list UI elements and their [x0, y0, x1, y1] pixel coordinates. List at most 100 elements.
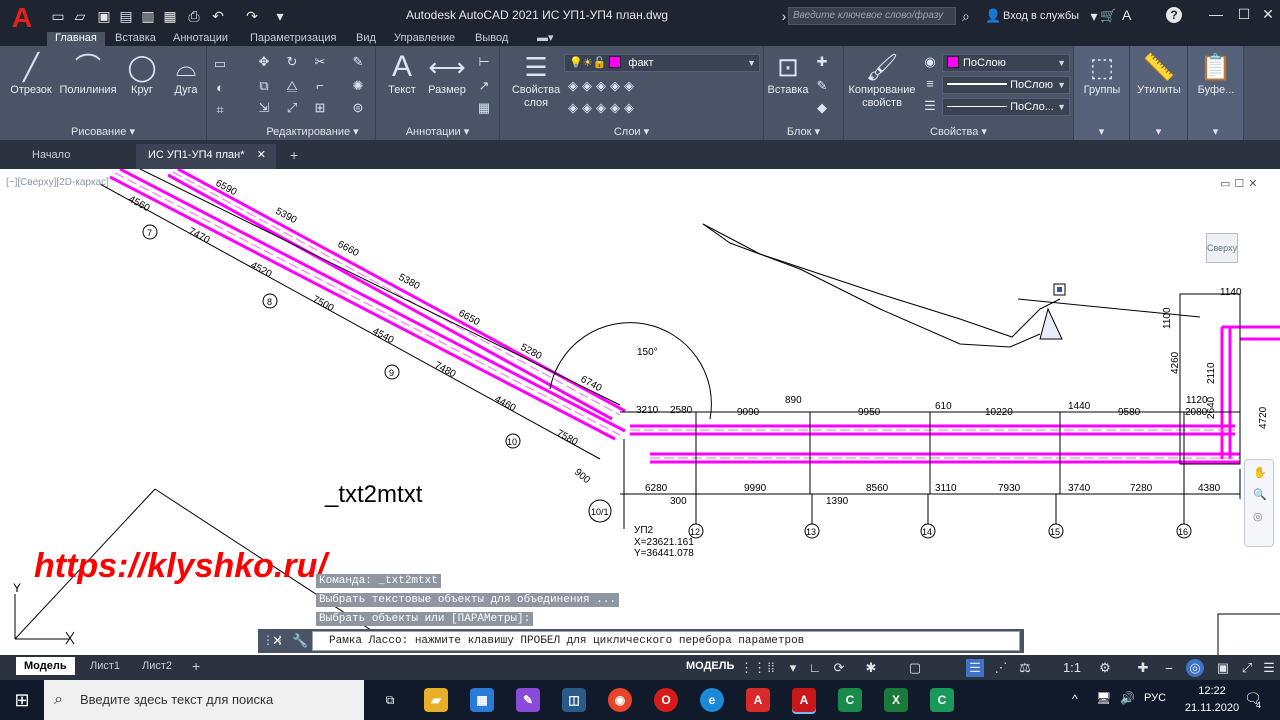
edge-icon[interactable]: e [700, 688, 724, 712]
network-icon[interactable]: 🖥 [1096, 691, 1111, 705]
model-space-button[interactable]: МОДЕЛЬ [686, 660, 734, 672]
explode-icon[interactable]: ✺ [350, 78, 366, 94]
edit-block-icon[interactable]: ✎ [814, 78, 830, 94]
fullscreen-icon[interactable]: ⤢ [1238, 659, 1256, 677]
windows-start-icon[interactable]: ⊞ [0, 680, 44, 720]
clock-time[interactable]: 12:22 [1190, 685, 1234, 697]
layers-panel-title[interactable]: Слои ▾ [500, 125, 763, 138]
print-icon[interactable]: ⎙ [186, 8, 202, 24]
navigation-bar[interactable]: ✋ 🔍 ◎ [1244, 459, 1274, 547]
rotate-icon[interactable]: ↻ [284, 54, 300, 70]
clipboard-panel[interactable]: 📋 Буфе... ▾ [1188, 46, 1244, 140]
viewport-window-controls-icon[interactable]: ▭☐✕ [1220, 177, 1261, 190]
user-icon[interactable]: 👤 [985, 8, 1001, 24]
tab-drawing[interactable]: ИС УП1-УП4 план* ✕ [136, 144, 276, 169]
groups-button[interactable]: ⬚ Группы [1076, 52, 1128, 96]
linetype-dropdown[interactable]: ПоСлою ▼ [942, 76, 1070, 94]
autocad-taskbar-icon[interactable]: A [792, 688, 816, 712]
autodesk-app-icon[interactable]: A [1122, 7, 1131, 23]
save-icon[interactable]: ▣ [96, 8, 112, 24]
clock-date[interactable]: 21.11.2020 [1178, 702, 1246, 714]
isodraft-icon[interactable]: ✱ [862, 659, 880, 677]
lineweight-icon[interactable]: ☰ [922, 98, 938, 114]
polar-icon[interactable]: ⟳ [830, 659, 848, 677]
match-properties-button[interactable]: 🖌 Копирование свойств [844, 52, 920, 110]
annotation-scale-icon[interactable]: ⚖ [1016, 659, 1034, 677]
help-icon[interactable]: ? [1166, 7, 1182, 23]
isolate-icon[interactable]: ⎯ [1160, 659, 1178, 677]
color-wheel-icon[interactable]: ◉ [922, 54, 938, 70]
customize-icon[interactable]: 🔧 [292, 633, 308, 649]
chevron-down-icon[interactable]: ▾ [1074, 125, 1129, 138]
block-panel-title[interactable]: Блок ▾ [764, 125, 843, 138]
offset-icon[interactable]: ⊜ [350, 100, 366, 116]
pen-app-icon[interactable]: ✎ [516, 688, 540, 712]
insert-button[interactable]: ⊡ Вставка [766, 52, 810, 96]
tab-home[interactable]: Главная [47, 32, 105, 46]
save-as-icon[interactable]: ▤ [118, 8, 134, 24]
orbit-icon[interactable]: ◎ [1253, 510, 1263, 523]
viewcube[interactable]: Сверху [1182, 225, 1262, 281]
layer-dropdown[interactable]: 💡☀🔓 факт ▼ [564, 54, 760, 72]
ortho-icon[interactable]: ∟ [806, 659, 824, 677]
modify-panel-title[interactable]: Редактирование ▾ [250, 125, 375, 138]
undo-icon[interactable]: ↶ [210, 8, 226, 24]
dimension-button[interactable]: ⟷ Размер [424, 52, 470, 96]
stretch-icon[interactable]: ⇲ [256, 100, 272, 116]
linetype-icon[interactable]: ≡ [922, 76, 938, 92]
tab-parametric[interactable]: Параметризация [250, 32, 336, 46]
show-hidden-icons-icon[interactable]: ^ [1072, 692, 1078, 706]
arc-button[interactable]: ⌓ Дуга [166, 52, 206, 96]
viewcube-top-face[interactable]: Сверху [1206, 233, 1238, 263]
pan-icon[interactable]: ✋ [1253, 466, 1267, 479]
cart-icon[interactable]: 🛒 [1100, 8, 1116, 24]
hatch-icon[interactable]: ◐ [212, 80, 228, 96]
layer-tools-row1-icon[interactable]: ◈◈◈◈◈ [568, 78, 668, 94]
utilities-button[interactable]: 📏 Утилиты [1132, 52, 1186, 96]
command-input[interactable]: Рамка Лассо: нажмите клавишу ПРОБЕЛ для … [312, 631, 1020, 651]
clipboard-button[interactable]: 📋 Буфе... [1190, 52, 1242, 96]
tab-model[interactable]: Модель [16, 657, 75, 675]
block-attribute-icon[interactable]: ◆ [814, 100, 830, 116]
pdf-reader-icon[interactable]: A [746, 688, 770, 712]
groups-panel[interactable]: ⬚ Группы ▾ [1074, 46, 1130, 140]
excel-icon[interactable]: X [884, 688, 908, 712]
fillet-icon[interactable]: ⌐ [312, 78, 328, 94]
hardware-accel-icon[interactable]: ◎ [1186, 659, 1204, 677]
rectangle-icon[interactable]: ▭ [212, 56, 228, 72]
tab-annotate[interactable]: Аннотации [173, 32, 228, 46]
camtasia-recorder-icon[interactable]: C [930, 688, 954, 712]
open-file-icon[interactable]: ▱ [72, 8, 88, 24]
task-view-icon[interactable]: ⧉ [378, 688, 402, 712]
clean-screen-icon[interactable]: ▣ [1214, 659, 1232, 677]
web-open-icon[interactable]: ▦ [162, 8, 178, 24]
new-tab-icon[interactable]: + [278, 144, 310, 169]
signin-link[interactable]: Вход в службы [1003, 10, 1079, 22]
plus-icon[interactable]: ✚ [1134, 659, 1152, 677]
layer-tools-row2-icon[interactable]: ◈◈◈◈◈ [568, 100, 668, 116]
create-block-icon[interactable]: ✚ [814, 54, 830, 70]
screenshot-app-icon[interactable]: ◫ [562, 688, 586, 712]
file-explorer-icon[interactable]: ▰ [424, 688, 448, 712]
web-save-icon[interactable]: ▥ [140, 8, 156, 24]
close-command-icon[interactable]: ✕ [272, 633, 283, 649]
copy-icon[interactable]: ⧉ [256, 78, 272, 94]
camtasia-icon[interactable]: C [838, 688, 862, 712]
volume-icon[interactable]: 🔊 [1120, 691, 1135, 705]
qat-dropdown-icon[interactable]: ▾ [272, 8, 288, 24]
tab-insert[interactable]: Вставка [115, 32, 156, 46]
lineweight-toggle-icon[interactable]: ☰ [966, 659, 984, 677]
move-icon[interactable]: ✥ [256, 54, 272, 70]
erase-icon[interactable]: ✎ [350, 54, 366, 70]
minimize-icon[interactable]: — [1204, 6, 1228, 22]
redo-icon[interactable]: ↷ [244, 8, 260, 24]
transparency-icon[interactable]: ⋰ [992, 659, 1010, 677]
snap-dropdown-icon[interactable]: ▾ [784, 659, 802, 677]
leader-icon[interactable]: ↗ [476, 78, 492, 94]
drawing-canvas[interactable]: 6590 5390 4560 7470 6660 4520 5380 7500 … [0, 169, 1280, 655]
customize-status-icon[interactable]: ☰ [1260, 659, 1278, 677]
annotation-panel-title[interactable]: Аннотации ▾ [376, 125, 499, 138]
chevron-down-icon[interactable]: ▾ [1130, 125, 1187, 138]
tab-output[interactable]: Вывод [475, 32, 508, 46]
scale-icon[interactable]: ⤢ [284, 100, 300, 116]
